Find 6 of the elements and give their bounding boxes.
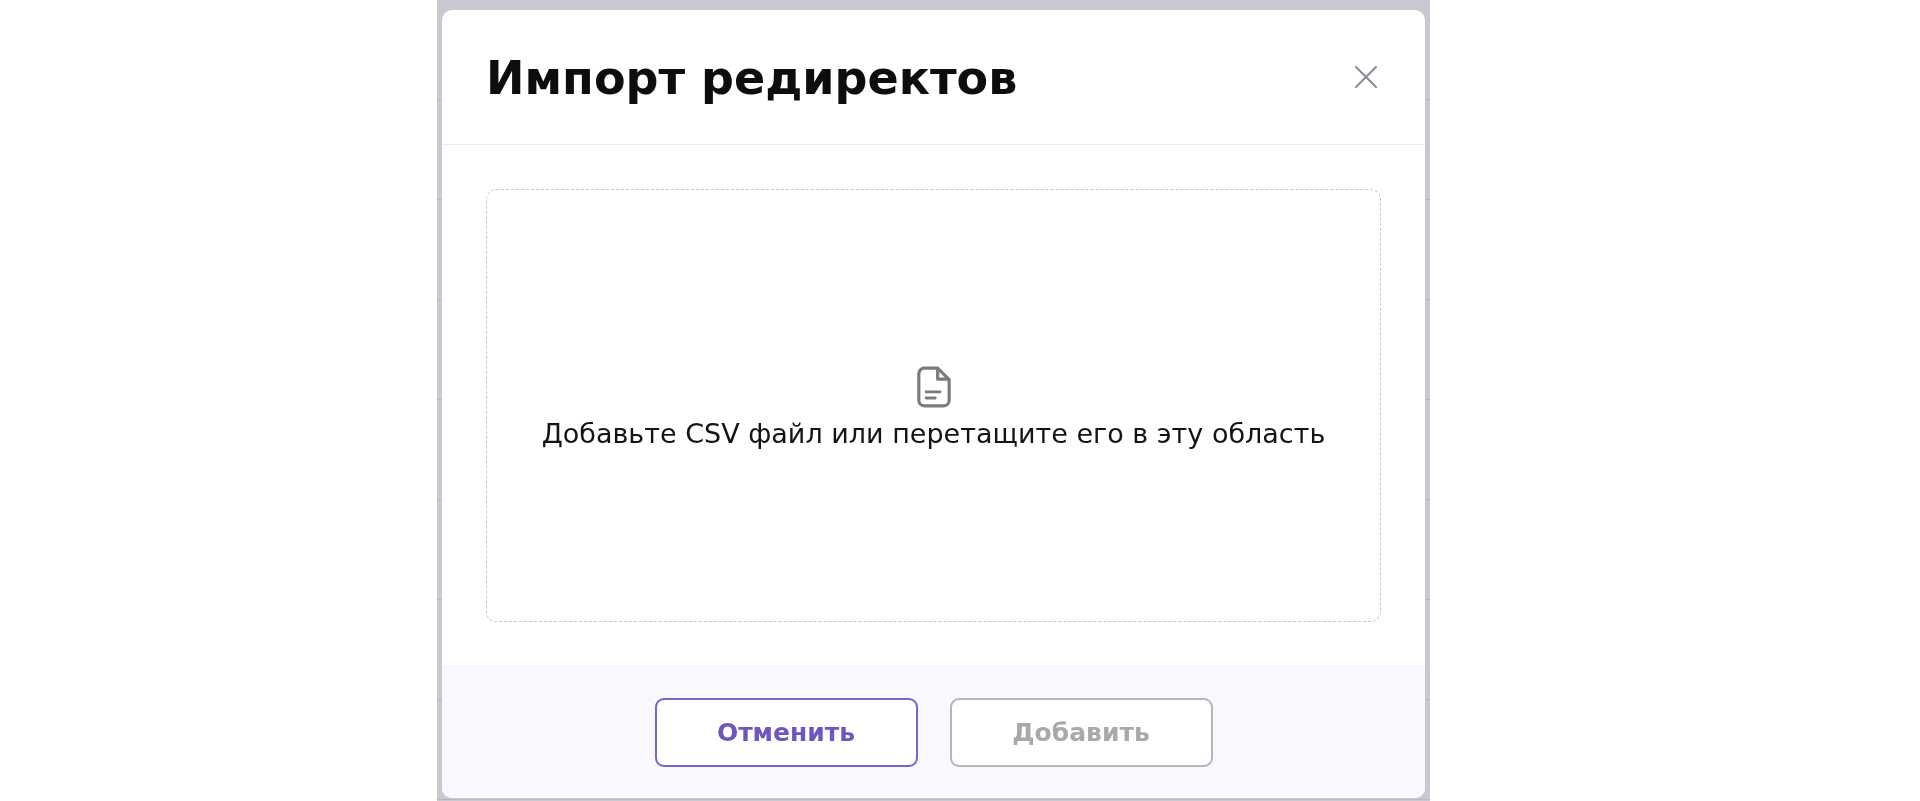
drop-zone-hint: Добавьте CSV файл или перетащите его в эту область <box>541 416 1326 451</box>
dialog-button[interactable]: Отменить <box>654 698 918 767</box>
file-icon <box>916 365 951 408</box>
close-icon[interactable] <box>1355 66 1377 88</box>
file-drop-zone[interactable]: Добавьте CSV файл или перетащите его в эту область <box>486 189 1381 622</box>
dialog-title: Импорт редиректов <box>486 50 1018 107</box>
